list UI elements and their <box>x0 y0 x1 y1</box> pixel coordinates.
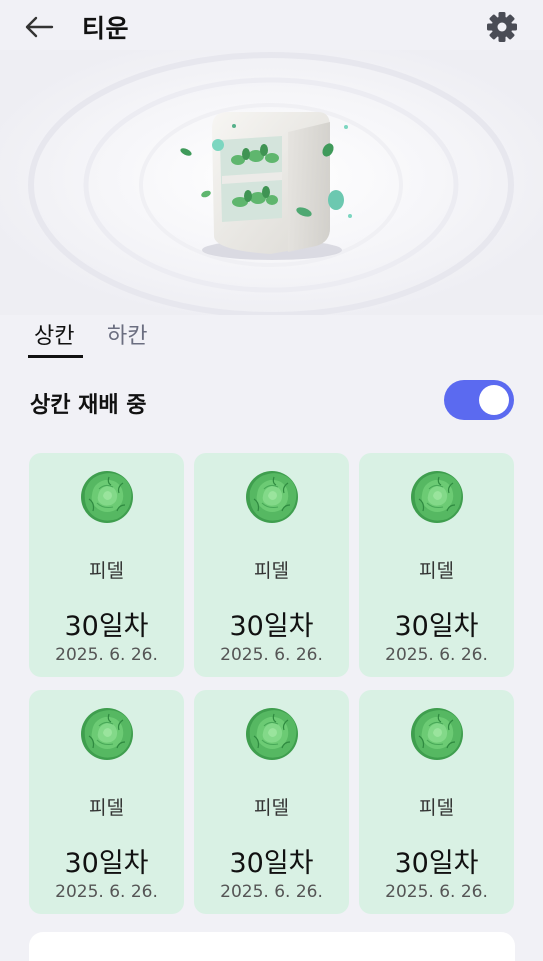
tab-underline <box>28 355 83 358</box>
gear-icon <box>487 12 517 42</box>
plant-day-count: 30일차 <box>229 611 314 642</box>
device-hero <box>0 50 543 315</box>
device-illustration <box>0 50 543 315</box>
plant-day-count: 30일차 <box>394 848 479 879</box>
plant-day-count: 30일차 <box>229 848 314 879</box>
cultivation-status-label: 상칸 재배 중 <box>30 393 147 418</box>
lettuce-icon <box>79 469 135 525</box>
plant-card[interactable]: 피델 30일차 2025. 6. 26. <box>29 453 184 677</box>
plant-day-count: 30일차 <box>64 611 149 642</box>
header: 티운 <box>0 0 543 56</box>
plant-date: 2025. 6. 26. <box>385 645 488 665</box>
plant-card[interactable]: 피델 30일차 2025. 6. 26. <box>194 453 349 677</box>
plant-name: 피델 <box>254 560 289 582</box>
plant-name: 피델 <box>254 797 289 819</box>
plant-card[interactable]: 피델 30일차 2025. 6. 26. <box>29 690 184 914</box>
plant-date: 2025. 6. 26. <box>220 882 323 902</box>
plant-card[interactable]: 피델 30일차 2025. 6. 26. <box>194 690 349 914</box>
plant-date: 2025. 6. 26. <box>55 882 158 902</box>
plant-name: 피델 <box>419 560 454 582</box>
back-arrow-icon <box>25 16 54 38</box>
cultivation-toggle[interactable] <box>444 380 514 420</box>
lettuce-icon <box>244 706 300 762</box>
settings-button[interactable] <box>484 9 520 45</box>
tab-upper[interactable]: 상칸 <box>34 318 74 350</box>
lettuce-icon <box>244 469 300 525</box>
lettuce-icon <box>409 706 465 762</box>
plant-day-count: 30일차 <box>394 611 479 642</box>
plant-name: 피델 <box>89 560 124 582</box>
plant-card[interactable]: 피델 30일차 2025. 6. 26. <box>359 690 514 914</box>
app-screen: 티운 상칸 하칸 상칸 재배 중 피델 30일차 2025. 6. 26. 피델… <box>0 0 543 961</box>
plant-day-count: 30일차 <box>64 848 149 879</box>
next-section-card[interactable] <box>29 932 515 961</box>
plant-card[interactable]: 피델 30일차 2025. 6. 26. <box>359 453 514 677</box>
plant-date: 2025. 6. 26. <box>55 645 158 665</box>
tab-lower[interactable]: 하칸 <box>107 318 147 350</box>
plant-date: 2025. 6. 26. <box>385 882 488 902</box>
lettuce-icon <box>409 469 465 525</box>
page-title: 티운 <box>82 14 130 43</box>
plant-name: 피델 <box>419 797 454 819</box>
toggle-knob <box>479 385 509 415</box>
lettuce-icon <box>79 706 135 762</box>
plant-date: 2025. 6. 26. <box>220 645 323 665</box>
plant-name: 피델 <box>89 797 124 819</box>
back-button[interactable] <box>22 10 62 44</box>
